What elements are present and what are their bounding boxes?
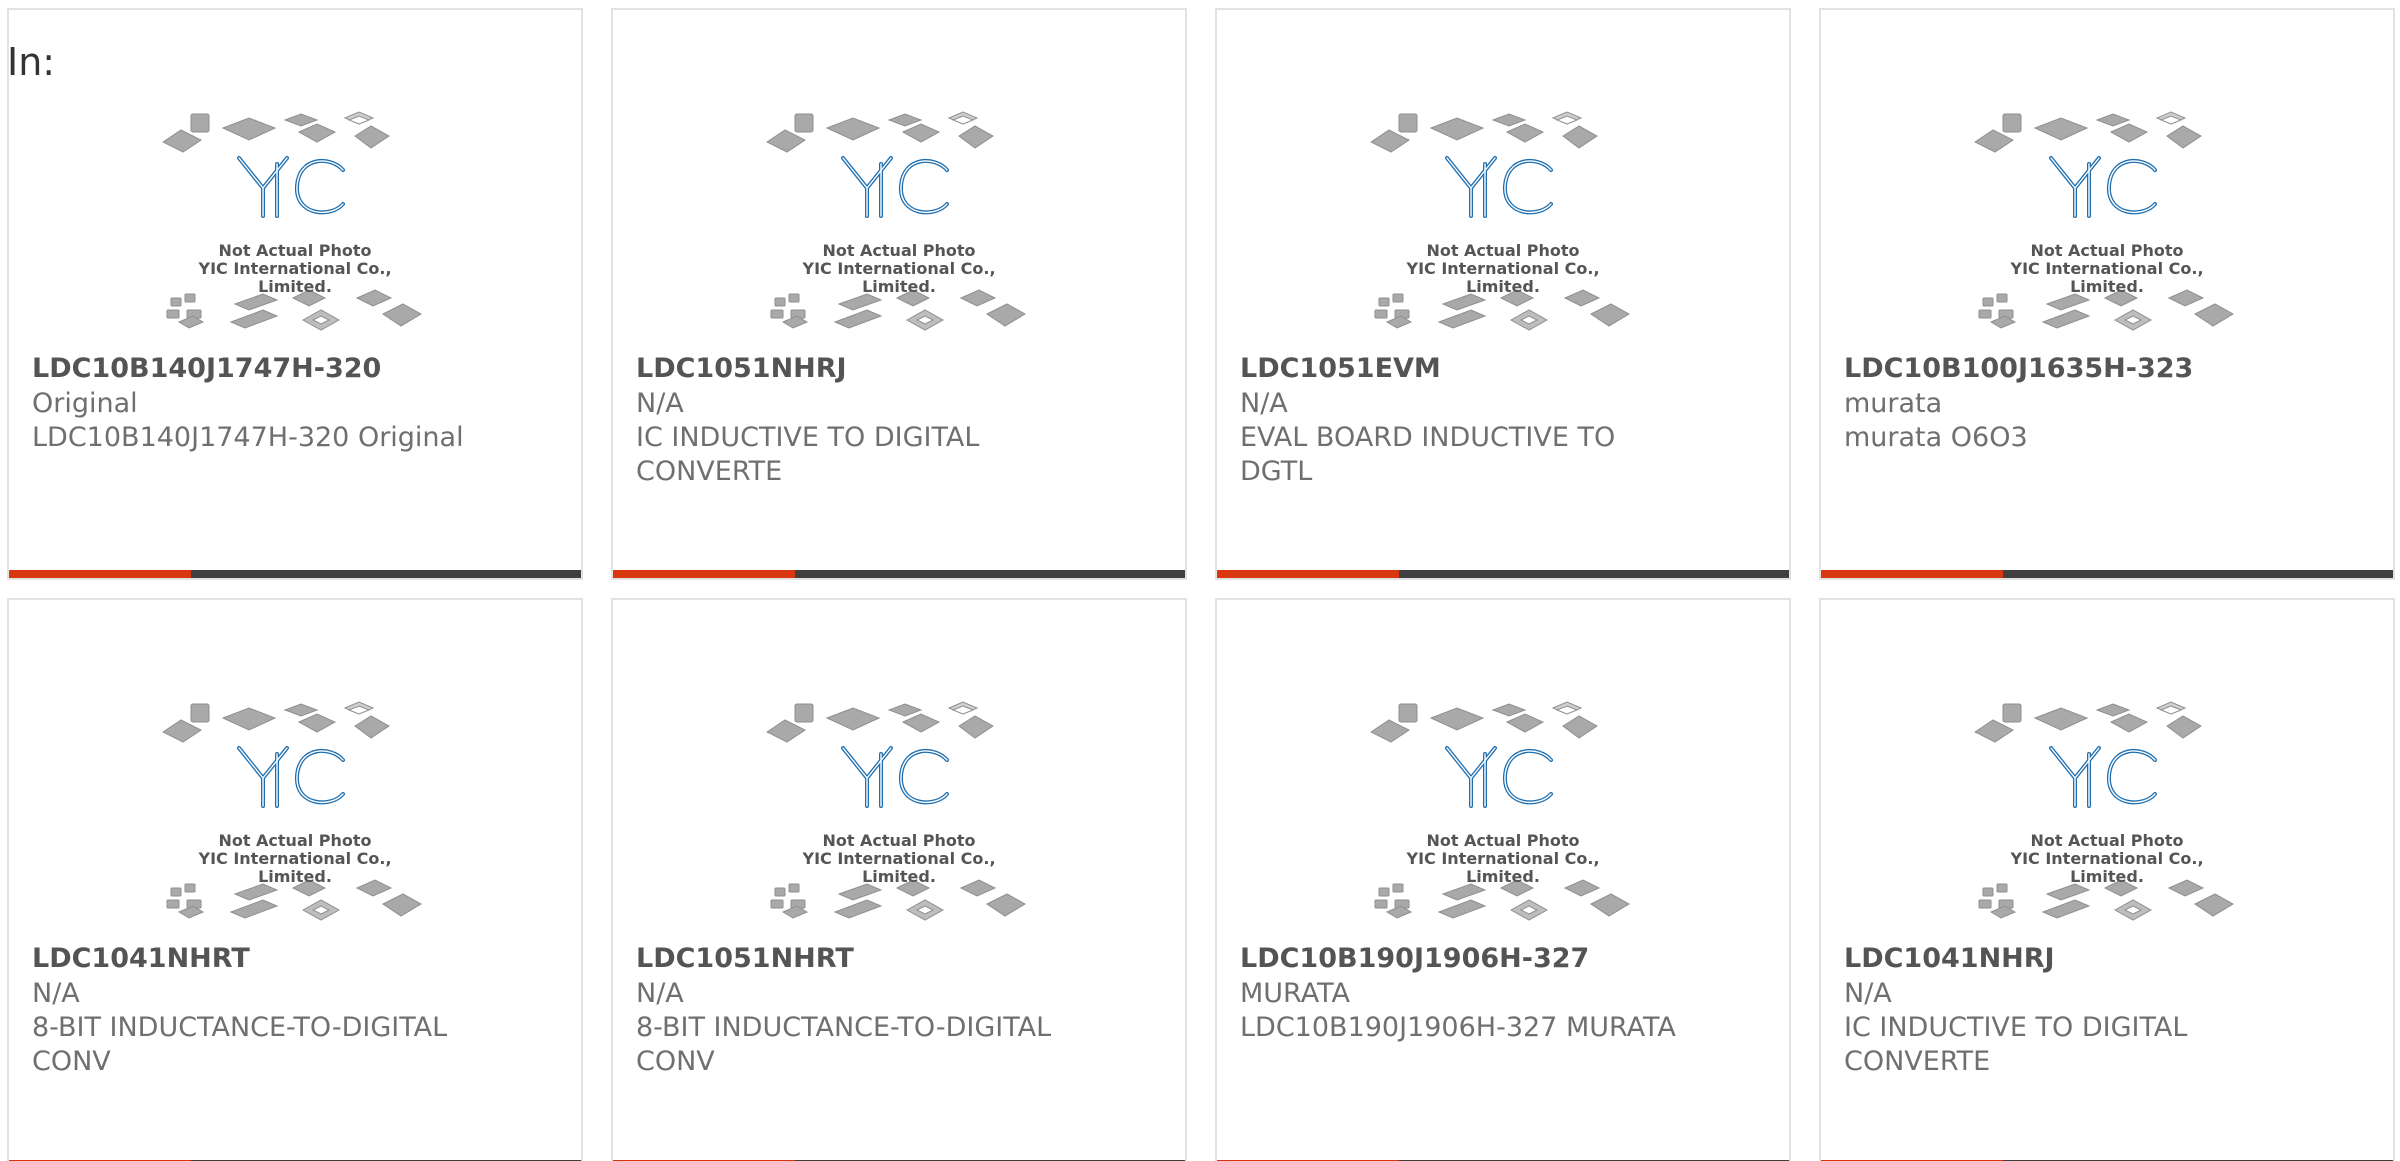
photo-caption-line2: YIC International Co., Limited. [2010, 259, 2204, 296]
card-accent-highlight [9, 570, 191, 578]
chip-package-illustration [1974, 701, 2234, 921]
chip-package-illustration [1370, 111, 1630, 331]
card-accent-bar [1217, 570, 1789, 578]
brand-name: N/A [636, 978, 684, 1009]
brand-name: MURATA [1240, 978, 1350, 1009]
chip-package-illustration [766, 701, 1026, 921]
product-description: murata O6O3 [1844, 422, 2028, 453]
brand-name: N/A [32, 978, 80, 1009]
product-card[interactable]: Not Actual Photo YIC International Co., … [1819, 8, 2395, 580]
photo-caption-line2: YIC International Co., Limited. [1406, 849, 1600, 886]
photo-caption-line1: Not Actual Photo [218, 241, 372, 260]
card-accent-highlight [1217, 570, 1399, 578]
photo-caption-line1: Not Actual Photo [822, 241, 976, 260]
photo-caption-line1: Not Actual Photo [2030, 831, 2184, 850]
card-accent-bar [613, 570, 1185, 578]
product-photo-placeholder: Not Actual Photo YIC International Co., … [1367, 690, 1639, 942]
card-accent-highlight [1821, 570, 2003, 578]
brand-name: Original [32, 388, 138, 419]
photo-caption-line2: YIC International Co., Limited. [802, 259, 996, 296]
chip-package-illustration [766, 111, 1026, 331]
product-description: LDC10B140J1747H-320 Original [32, 422, 464, 453]
photo-caption-line2: YIC International Co., Limited. [198, 849, 392, 886]
photo-caption-line1: Not Actual Photo [1426, 241, 1580, 260]
product-card[interactable]: Not Actual Photo YIC International Co., … [611, 598, 1187, 1161]
card-accent-highlight [613, 570, 795, 578]
brand-name: N/A [1844, 978, 1892, 1009]
photo-caption-line2: YIC International Co., Limited. [802, 849, 996, 886]
part-number[interactable]: LDC10B190J1906H-327 [1240, 942, 1589, 976]
product-description: IC INDUCTIVE TO DIGITAL CONVERTE [636, 422, 980, 487]
product-card[interactable]: Not Actual Photo YIC International Co., … [1215, 598, 1791, 1161]
product-photo-placeholder: Not Actual Photo YIC International Co., … [159, 100, 431, 352]
product-description: LDC10B190J1906H-327 MURATA [1240, 1012, 1676, 1043]
product-description: 8-BIT INDUCTANCE-TO-DIGITAL CONV [636, 1012, 1052, 1077]
chip-package-illustration [1370, 701, 1630, 921]
brand-name: N/A [1240, 388, 1288, 419]
brand-name: murata [1844, 388, 1943, 419]
product-card[interactable]: Not Actual Photo YIC International Co., … [7, 598, 583, 1161]
product-description: IC INDUCTIVE TO DIGITAL CONVERTE [1844, 1012, 2188, 1077]
photo-caption-line1: Not Actual Photo [2030, 241, 2184, 260]
part-number[interactable]: LDC10B140J1747H-320 [32, 352, 381, 386]
part-number[interactable]: LDC1051EVM [1240, 352, 1441, 386]
card-accent-bar [1821, 570, 2393, 578]
product-card[interactable]: Not Actual Photo YIC International Co., … [611, 8, 1187, 580]
product-card[interactable]: Not Actual Photo YIC International Co., … [1819, 598, 2395, 1161]
part-number[interactable]: LDC1051NHRJ [636, 352, 847, 386]
product-photo-placeholder: Not Actual Photo YIC International Co., … [1971, 690, 2243, 942]
part-number[interactable]: LDC10B100J1635H-323 [1844, 352, 2193, 386]
photo-caption-line1: Not Actual Photo [822, 831, 976, 850]
chip-package-illustration [162, 701, 422, 921]
in-label: In: [7, 40, 56, 84]
chip-package-illustration [162, 111, 422, 331]
chip-package-illustration [1974, 111, 2234, 331]
product-grid-page: In: Not Actual Photo YIC International C… [0, 0, 2400, 1161]
part-number[interactable]: LDC1041NHRJ [1844, 942, 2055, 976]
photo-caption-line2: YIC International Co., Limited. [1406, 259, 1600, 296]
part-number[interactable]: LDC1041NHRT [32, 942, 250, 976]
photo-caption-line2: YIC International Co., Limited. [2010, 849, 2204, 886]
product-card[interactable]: Not Actual Photo YIC International Co., … [1215, 8, 1791, 580]
product-description: 8-BIT INDUCTANCE-TO-DIGITAL CONV [32, 1012, 448, 1077]
product-description: EVAL BOARD INDUCTIVE TO DGTL [1240, 422, 1616, 487]
card-accent-bar [9, 570, 581, 578]
product-card[interactable]: Not Actual Photo YIC International Co., … [7, 8, 583, 580]
product-photo-placeholder: Not Actual Photo YIC International Co., … [763, 100, 1035, 352]
brand-name: N/A [636, 388, 684, 419]
product-photo-placeholder: Not Actual Photo YIC International Co., … [1971, 100, 2243, 352]
part-number[interactable]: LDC1051NHRT [636, 942, 854, 976]
product-photo-placeholder: Not Actual Photo YIC International Co., … [159, 690, 431, 942]
product-photo-placeholder: Not Actual Photo YIC International Co., … [1367, 100, 1639, 352]
photo-caption-line2: YIC International Co., Limited. [198, 259, 392, 296]
photo-caption-line1: Not Actual Photo [1426, 831, 1580, 850]
product-photo-placeholder: Not Actual Photo YIC International Co., … [763, 690, 1035, 942]
photo-caption-line1: Not Actual Photo [218, 831, 372, 850]
